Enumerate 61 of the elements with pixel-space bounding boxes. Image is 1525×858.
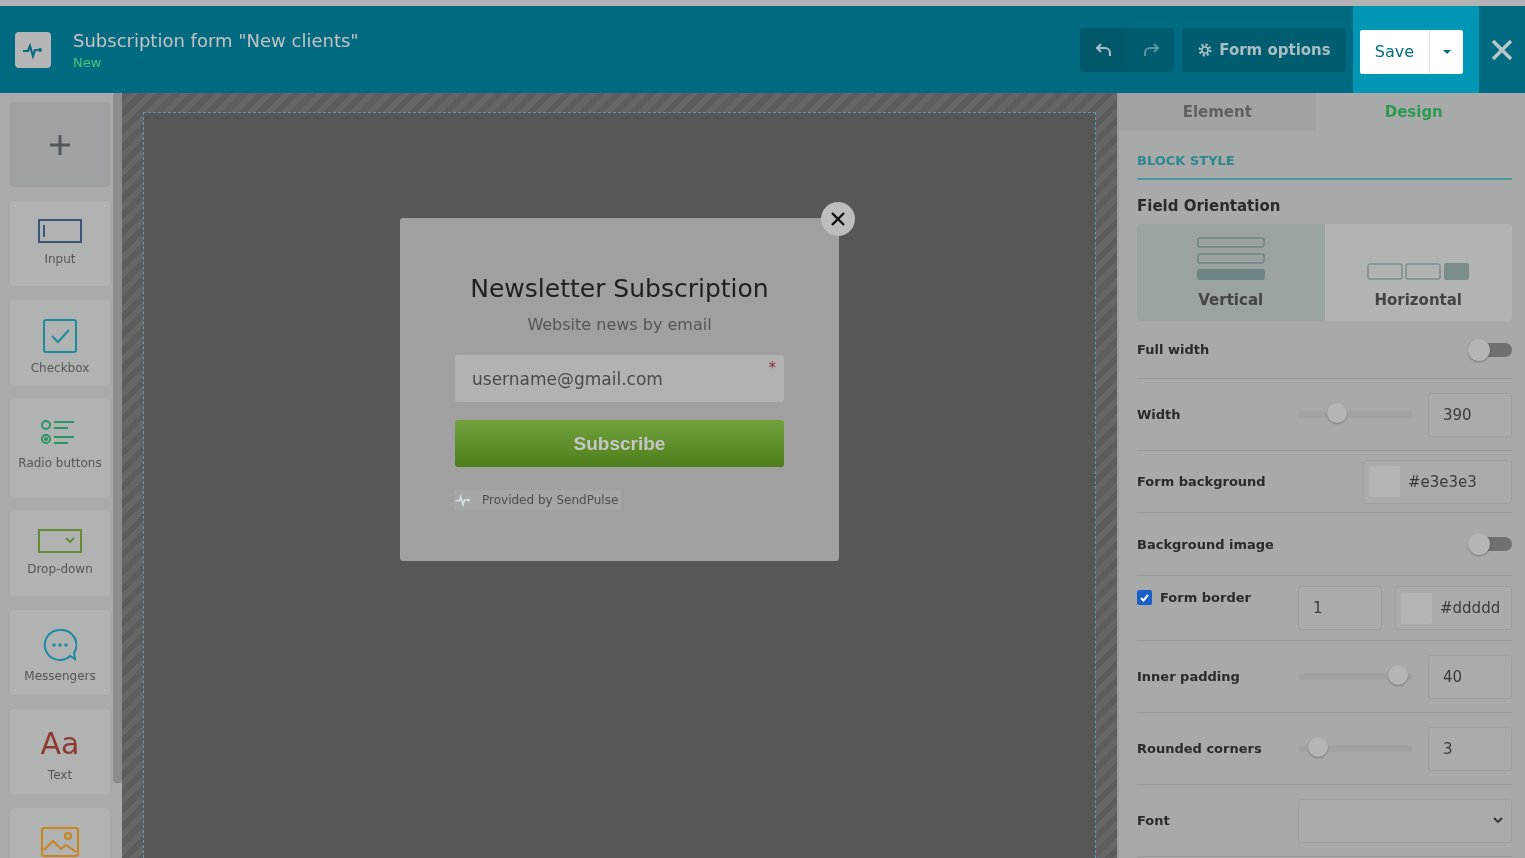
- save-button[interactable]: Save: [1359, 29, 1430, 74]
- form-close-button[interactable]: [821, 202, 855, 236]
- color-field[interactable]: #e3e3e3: [1363, 459, 1512, 504]
- settings-icon: [1197, 41, 1214, 58]
- subscribe-button[interactable]: Subscribe: [455, 420, 784, 467]
- undo-button[interactable]: [1080, 27, 1128, 72]
- check-icon: [1139, 592, 1150, 603]
- orientation-option[interactable]: Horizontal: [1324, 224, 1512, 321]
- element-tool[interactable]: Checkbox: [10, 300, 110, 385]
- setting-label: Full width: [1137, 342, 1211, 357]
- form-title: Subscription form "New clients": [73, 29, 360, 51]
- setting-label: Form border: [1160, 590, 1252, 605]
- credit-badge[interactable]: Provided by SendPulse: [454, 490, 622, 510]
- checkbox-icon: [42, 318, 78, 354]
- close-icon: [1491, 38, 1513, 61]
- chevron-down-icon: [1493, 817, 1503, 824]
- form-subtitle: Website news by email: [527, 315, 712, 334]
- slider-thumb[interactable]: [1326, 403, 1347, 423]
- element-tool[interactable]: Aa Text: [10, 709, 110, 794]
- color-field[interactable]: #ddddd: [1395, 586, 1512, 630]
- panel-tab[interactable]: Element: [1119, 93, 1316, 131]
- setting-label: Rounded corners: [1137, 741, 1263, 756]
- image-icon: [40, 826, 80, 858]
- horizontal-fields-icon: [1367, 263, 1470, 281]
- toggle-switch[interactable]: [1468, 338, 1512, 361]
- setting-label: Width: [1137, 407, 1182, 422]
- setting-label: Form background: [1137, 474, 1267, 489]
- chat-bubble-icon: [43, 628, 77, 662]
- number-field[interactable]: 3: [1428, 726, 1512, 771]
- select-field[interactable]: [1298, 798, 1512, 843]
- setting-label: Background image: [1137, 536, 1275, 552]
- section-heading: BLOCK STYLE: [1137, 153, 1235, 168]
- number-field[interactable]: 390: [1428, 392, 1512, 437]
- form-heading: Newsletter Subscription: [470, 274, 769, 303]
- form-options-button[interactable]: Form options: [1182, 27, 1346, 72]
- checkbox[interactable]: [1137, 590, 1152, 605]
- vertical-fields-icon: [1196, 237, 1265, 281]
- orientation-label: Field Orientation: [1137, 197, 1282, 215]
- orientation-option[interactable]: Vertical: [1137, 224, 1325, 321]
- plus-icon: [48, 132, 72, 157]
- element-tool[interactable]: Messengers: [10, 610, 110, 695]
- setting-label: Font: [1137, 813, 1171, 828]
- toggle-switch[interactable]: [1468, 533, 1512, 555]
- credit-text: Provided by SendPulse: [482, 493, 619, 507]
- scrollbar[interactable]: [113, 93, 122, 783]
- element-tool[interactable]: Radio buttons: [10, 399, 110, 497]
- slider-thumb[interactable]: [1307, 737, 1328, 757]
- required-mark: *: [768, 359, 776, 377]
- slider-thumb[interactable]: [1388, 665, 1409, 685]
- close-icon: [830, 211, 846, 227]
- undo-icon: [1095, 41, 1112, 58]
- caret-icon: [1441, 48, 1452, 55]
- element-tool[interactable]: Input: [10, 201, 110, 286]
- form-status: New: [73, 54, 103, 70]
- number-field[interactable]: 40: [1428, 654, 1512, 699]
- input-box-icon: [38, 219, 82, 245]
- number-field[interactable]: 1: [1298, 586, 1382, 630]
- element-tool[interactable]: Drop-down: [10, 511, 110, 596]
- setting-label: Inner padding: [1137, 669, 1241, 684]
- redo-icon: [1142, 41, 1159, 58]
- dropdown-icon: [38, 529, 82, 555]
